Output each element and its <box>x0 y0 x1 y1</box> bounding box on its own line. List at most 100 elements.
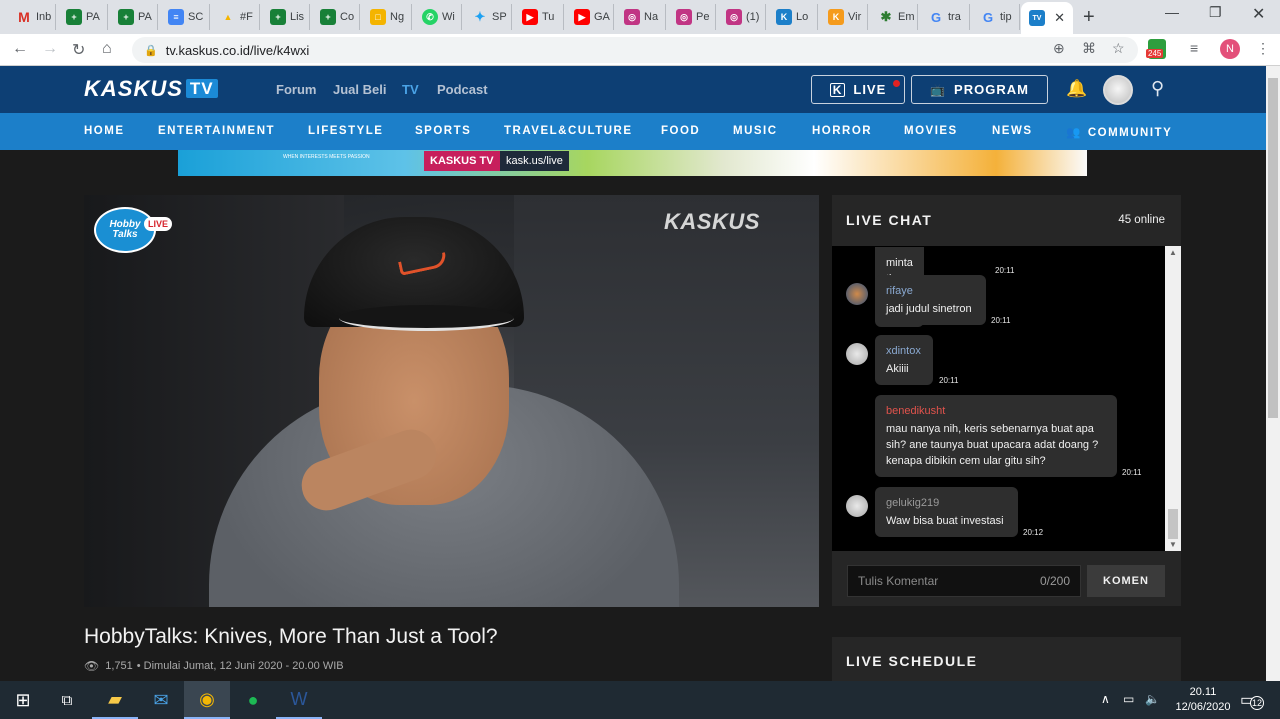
cat-community-label: COMMUNITY <box>1087 127 1173 139</box>
mail-icon[interactable]: ✉ <box>138 681 184 719</box>
back-icon[interactable]: ← <box>12 40 28 58</box>
tab-sheets[interactable]: + Lis <box>262 4 310 30</box>
tab-label: Ng <box>390 11 405 23</box>
page-scrollbar[interactable] <box>1266 66 1280 681</box>
add-circle-icon[interactable]: ⊕ <box>1053 40 1065 57</box>
tab-youtube[interactable]: ▶ Tu <box>514 4 564 30</box>
tab-kaskus[interactable]: K Vir <box>820 4 868 30</box>
scroll-up-icon[interactable]: ▲ <box>1169 248 1177 257</box>
chat-scroll-thumb[interactable] <box>1168 509 1178 539</box>
chat-time: 20:11 <box>995 266 1015 275</box>
tab-youtube[interactable]: ▶ GA <box>566 4 614 30</box>
close-tab-icon[interactable]: ✕ <box>1054 10 1065 26</box>
battery-icon[interactable]: ▭ <box>1123 692 1134 706</box>
cat-movies[interactable]: MOVIES <box>904 125 958 137</box>
tab-kaskus-tv-active[interactable]: TV ✕ <box>1021 2 1073 34</box>
cat-entertainment[interactable]: ENTERTAINMENT <box>158 125 275 137</box>
live-button[interactable]: K LIVE <box>811 75 905 104</box>
home-icon[interactable]: ⌂ <box>102 40 112 58</box>
chat-scrollbar[interactable]: ▲ ▼ <box>1165 246 1181 551</box>
minimize-button[interactable]: — <box>1165 4 1179 20</box>
cat-horror[interactable]: HORROR <box>812 125 872 137</box>
chrome-icon[interactable]: ◉ <box>184 681 230 719</box>
new-tab-button[interactable]: + <box>1083 6 1095 29</box>
nav-forum[interactable]: Forum <box>276 82 316 97</box>
tab-label: SP <box>492 11 507 23</box>
tab-google[interactable]: Gtip <box>972 4 1020 30</box>
tab-kaskus[interactable]: K Lo <box>768 4 818 30</box>
reload-icon[interactable]: ↻ <box>72 40 85 60</box>
chat-time: 20:11 <box>939 376 959 385</box>
address-bar[interactable]: 🔒 tv.kaskus.co.id/live/k4wxi <box>132 37 1138 63</box>
nav-podcast[interactable]: Podcast <box>437 82 488 97</box>
user-avatar[interactable] <box>1103 75 1133 105</box>
chat-text: mau nanya nih, keris sebenarnya buat apa… <box>886 423 1099 467</box>
maximize-button[interactable]: ❐ <box>1209 4 1222 21</box>
task-view-icon[interactable]: ⧉ <box>44 681 90 719</box>
cat-lifestyle[interactable]: LIFESTYLE <box>308 125 383 137</box>
cat-travel-culture[interactable]: TRAVEL&CULTURE <box>504 125 633 137</box>
tab-instagram[interactable]: ◎ Pe <box>668 4 716 30</box>
comment-input[interactable]: Tulis Komentar 0/200 <box>847 565 1081 597</box>
menu-kebab-icon[interactable]: ⋮ <box>1256 40 1270 57</box>
chat-username[interactable]: benedikusht <box>886 403 1106 419</box>
chat-messages[interactable]: minta tips and tips 20:11 rifayejadi jud… <box>832 246 1181 551</box>
tab-sheets[interactable]: + PA <box>110 4 158 30</box>
nav-tv[interactable]: TV <box>402 82 419 97</box>
cat-news[interactable]: NEWS <box>992 125 1033 137</box>
spotify-icon[interactable]: ● <box>230 681 276 719</box>
user-avatar-icon <box>846 495 868 517</box>
tab-docs[interactable]: ≡ SC <box>160 4 210 30</box>
windows-start-icon[interactable]: ⊞ <box>0 681 46 719</box>
tab-gmail[interactable]: M Inb <box>8 4 56 30</box>
instagram-icon: ◎ <box>676 9 692 25</box>
tab-sheets[interactable]: + PA <box>58 4 108 30</box>
ad-banner[interactable]: WHEN INTERESTS MEETS PASSION KASKUS TV k… <box>178 150 1087 176</box>
char-counter: 0/200 <box>1039 574 1070 588</box>
word-icon[interactable]: W <box>276 681 322 719</box>
cat-sports[interactable]: SPORTS <box>415 125 471 137</box>
chat-time: 20:11 <box>1122 468 1142 477</box>
action-center-icon[interactable]: ▭ 12 <box>1240 690 1264 710</box>
logo-tv-badge: TV <box>185 79 218 98</box>
extension-icon[interactable]: 245 <box>1146 39 1166 59</box>
profile-avatar[interactable]: N <box>1220 39 1240 59</box>
reading-list-icon[interactable]: ≡ <box>1190 40 1198 56</box>
page-scroll-thumb[interactable] <box>1268 78 1278 418</box>
kaskus-tv-logo[interactable]: KASKUS TV <box>84 76 218 102</box>
tab-whatsapp[interactable]: ✆ Wi <box>414 4 462 30</box>
chat-username[interactable]: gelukig219 <box>886 495 1007 511</box>
notification-bell-icon[interactable]: 🔔 <box>1066 79 1087 99</box>
tab-sheets[interactable]: + Co <box>312 4 360 30</box>
cat-home[interactable]: HOME <box>84 125 125 137</box>
bookmark-star-icon[interactable]: ☆ <box>1112 40 1125 57</box>
chat-text: Akiiii <box>886 363 909 375</box>
tab-label: Co <box>340 11 355 23</box>
tab-instagram[interactable]: ◎ (1) <box>718 4 766 30</box>
program-button[interactable]: 📺 PROGRAM <box>911 75 1048 104</box>
schedule-title: LIVE SCHEDULE <box>846 653 978 669</box>
tab-slides[interactable]: □ Ng <box>362 4 412 30</box>
komen-button[interactable]: KOMEN <box>1087 565 1165 597</box>
nav-jual-beli[interactable]: Jual Beli <box>333 82 386 97</box>
taskbar-clock[interactable]: 20.11 12/06/2020 <box>1168 685 1238 715</box>
cat-food[interactable]: FOOD <box>661 125 700 137</box>
scroll-down-icon[interactable]: ▼ <box>1169 540 1177 549</box>
video-player[interactable]: Hobby Talks LIVE KASKUS <box>84 195 819 607</box>
cat-community[interactable]: 👥 COMMUNITY <box>1066 125 1172 139</box>
chat-username[interactable]: rifaye <box>886 283 975 299</box>
tab-twitter[interactable]: ✦ SP <box>464 4 512 30</box>
chat-username[interactable]: xdintox <box>886 343 922 359</box>
translate-icon[interactable]: ⌘ <box>1082 40 1096 57</box>
search-icon[interactable]: ⚲ <box>1151 78 1164 99</box>
tab-google[interactable]: Gtra <box>920 4 970 30</box>
close-window-button[interactable]: ✕ <box>1252 4 1265 24</box>
cat-music[interactable]: MUSIC <box>733 125 778 137</box>
volume-icon[interactable]: 🔈 <box>1145 692 1160 706</box>
tray-chevron-icon[interactable]: ∧ <box>1101 692 1110 706</box>
tab-drive[interactable]: ▲ #F <box>212 4 260 30</box>
tab-instagram[interactable]: ◎ Na <box>616 4 666 30</box>
file-explorer-icon[interactable]: ▰ <box>92 681 138 719</box>
tab-tree[interactable]: ✱ Em <box>870 4 918 30</box>
forward-icon[interactable]: → <box>42 40 58 58</box>
